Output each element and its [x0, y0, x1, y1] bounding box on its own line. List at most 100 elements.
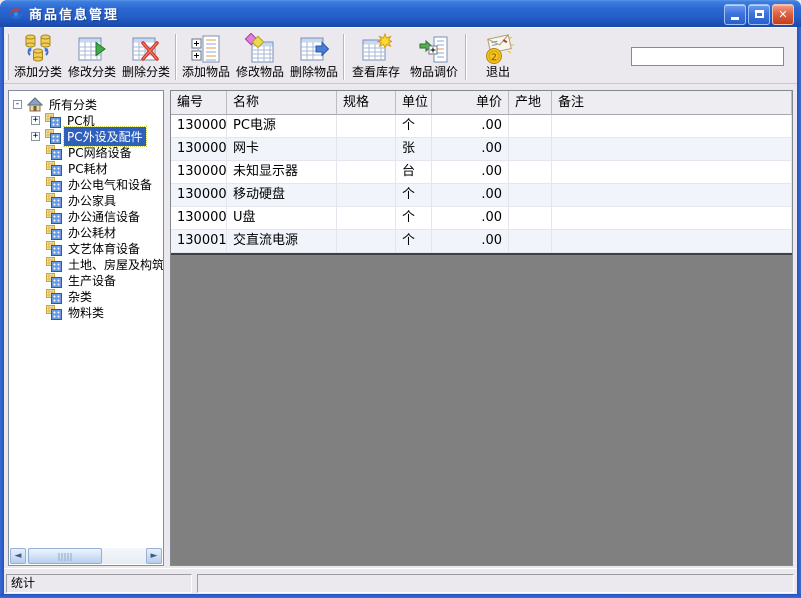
add-item-button[interactable]: 添加物品 — [179, 31, 233, 81]
cell-remark[interactable] — [552, 184, 792, 207]
items-table: 编号 名称 规格 单位 单价 产地 备注 13000023 PC电源 个 .00… — [171, 91, 792, 255]
category-icon — [46, 272, 62, 288]
cell-price[interactable]: .00 — [432, 184, 509, 207]
window-border-bottom — [0, 594, 801, 598]
scrollbar-thumb[interactable] — [28, 548, 103, 564]
cell-unit[interactable]: 个 — [396, 207, 432, 230]
cell-unit[interactable]: 个 — [396, 184, 432, 207]
cell-remark[interactable] — [552, 207, 792, 230]
window-title: 商品信息管理 — [29, 8, 120, 23]
scrollbar-track[interactable] — [26, 548, 146, 564]
add-item-label: 添加物品 — [181, 65, 230, 79]
cell-name[interactable]: U盘 — [227, 207, 337, 230]
cell-price[interactable]: .00 — [432, 230, 509, 253]
expand-toggle[interactable]: + — [31, 115, 40, 125]
col-header-id[interactable]: 编号 — [171, 91, 227, 115]
view-stock-button[interactable]: 查看库存 — [347, 31, 405, 81]
scroll-left-button[interactable]: ◄ — [10, 548, 26, 564]
app-window: 商品信息管理 ✕ 添加分类 修改分类 删除分类 添加物品 修改物品 删除物品 查… — [0, 0, 801, 598]
category-icon — [46, 256, 62, 272]
cell-origin[interactable] — [509, 207, 552, 230]
cell-id[interactable]: 13000059 — [171, 184, 227, 207]
scroll-right-button[interactable]: ► — [146, 548, 162, 564]
delete-category-icon — [132, 37, 159, 61]
cell-spec[interactable] — [337, 138, 396, 161]
add-item-icon — [191, 35, 220, 63]
cell-spec[interactable] — [337, 184, 396, 207]
cell-unit[interactable]: 台 — [396, 161, 432, 184]
toolbar-separator — [465, 34, 467, 80]
toolbar-separator — [343, 34, 345, 80]
cell-name[interactable]: 未知显示器 — [227, 161, 337, 184]
add-category-button[interactable]: 添加分类 — [11, 31, 65, 81]
cell-origin[interactable] — [509, 115, 552, 138]
cell-spec[interactable] — [337, 207, 396, 230]
cell-price[interactable]: .00 — [432, 161, 509, 184]
expand-toggle[interactable]: + — [31, 131, 40, 141]
cell-remark[interactable] — [552, 115, 792, 138]
cell-name[interactable]: 网卡 — [227, 138, 337, 161]
cell-unit[interactable]: 个 — [396, 115, 432, 138]
category-icon — [46, 224, 62, 240]
category-icon — [46, 144, 62, 160]
cell-unit[interactable]: 个 — [396, 230, 432, 253]
col-header-remark[interactable]: 备注 — [552, 91, 792, 115]
cell-id[interactable]: 13000026 — [171, 138, 227, 161]
cell-id[interactable]: 13000100 — [171, 230, 227, 253]
cell-remark[interactable] — [552, 230, 792, 253]
edit-item-button[interactable]: 修改物品 — [233, 31, 287, 81]
cell-spec[interactable] — [337, 115, 396, 138]
maximize-button[interactable] — [748, 4, 770, 25]
cell-price[interactable]: .00 — [432, 115, 509, 138]
cell-unit[interactable]: 张 — [396, 138, 432, 161]
cell-price[interactable]: .00 — [432, 138, 509, 161]
items-grid-panel: 编号 名称 规格 单位 单价 产地 备注 13000023 PC电源 个 .00… — [170, 90, 793, 566]
edit-category-button[interactable]: 修改分类 — [65, 31, 119, 81]
cell-price[interactable]: .00 — [432, 207, 509, 230]
col-header-name[interactable]: 名称 — [227, 91, 337, 115]
tree-item-materials[interactable]: 物料类 — [9, 304, 163, 320]
cell-remark[interactable] — [552, 161, 792, 184]
col-header-unit[interactable]: 单位 — [396, 91, 432, 115]
collapse-toggle[interactable]: - — [13, 99, 22, 109]
col-header-spec[interactable]: 规格 — [337, 91, 396, 115]
cell-name[interactable]: PC电源 — [227, 115, 337, 138]
cell-id[interactable]: 13000029 — [171, 161, 227, 184]
adjust-price-label: 物品调价 — [409, 65, 458, 79]
edit-item-label: 修改物品 — [235, 65, 284, 79]
category-icon — [46, 304, 62, 320]
cell-origin[interactable] — [509, 184, 552, 207]
cell-id[interactable]: 13000023 — [171, 115, 227, 138]
delete-item-button[interactable]: 删除物品 — [287, 31, 341, 81]
delete-category-button[interactable]: 删除分类 — [119, 31, 173, 81]
close-button[interactable]: ✕ — [772, 4, 794, 25]
cell-origin[interactable] — [509, 230, 552, 253]
filter-input[interactable] — [631, 47, 784, 66]
category-icon — [45, 112, 61, 128]
tree-horizontal-scrollbar[interactable]: ◄ ► — [10, 548, 162, 564]
cell-origin[interactable] — [509, 161, 552, 184]
minimize-button[interactable] — [724, 4, 746, 25]
toolbar-grip — [6, 34, 9, 80]
cell-name[interactable]: 交直流电源 — [227, 230, 337, 253]
status-text: 统计 — [6, 574, 192, 593]
cell-name[interactable]: 移动硬盘 — [227, 184, 337, 207]
add-category-icon — [25, 34, 51, 62]
cell-origin[interactable] — [509, 138, 552, 161]
tree-item-label[interactable]: 物料类 — [65, 303, 107, 322]
home-icon — [27, 96, 43, 111]
category-icon — [46, 288, 62, 304]
window-border-right — [797, 27, 801, 598]
exit-icon: 2 — [486, 34, 514, 64]
cell-remark[interactable] — [552, 138, 792, 161]
cell-id[interactable]: 13000060 — [171, 207, 227, 230]
delete-item-icon — [300, 37, 330, 61]
category-icon — [45, 128, 61, 144]
col-header-price[interactable]: 单价 — [432, 91, 509, 115]
adjust-price-button[interactable]: 物品调价 — [405, 31, 463, 81]
exit-button[interactable]: 2 退出 — [469, 31, 527, 81]
col-header-origin[interactable]: 产地 — [509, 91, 552, 115]
status-panel-right — [197, 574, 794, 593]
cell-spec[interactable] — [337, 230, 396, 253]
cell-spec[interactable] — [337, 161, 396, 184]
